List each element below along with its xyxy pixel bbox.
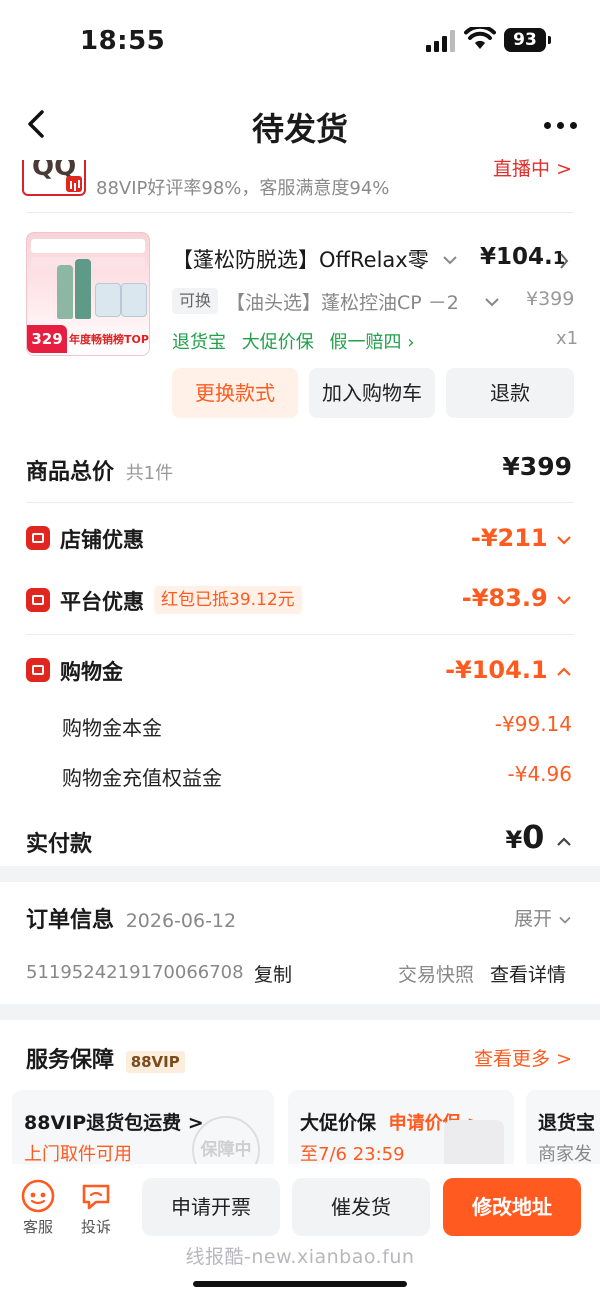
total-value: ¥399 xyxy=(502,452,572,481)
shopping-gold-icon xyxy=(26,658,50,682)
gold-bonus-label: 购物金充值权益金 xyxy=(62,766,222,790)
bottom-action-bar: 客服 投诉 申请开票 催发货 修改地址 xyxy=(0,1164,600,1300)
customer-service-icon xyxy=(21,1179,55,1213)
order-number: 5119524219170066708 xyxy=(26,962,244,983)
service-card-price-protect[interactable]: 大促价保 申请价保 > 至7/6 23:59 xyxy=(288,1090,514,1170)
divider xyxy=(26,212,574,213)
chevron-right-icon: › xyxy=(407,332,415,353)
chevron-down-icon xyxy=(557,536,571,545)
chevron-up-icon xyxy=(557,837,571,846)
product-price: ¥104.1 xyxy=(480,244,566,270)
paid-value[interactable]: ¥0 xyxy=(505,818,572,856)
page-title: 待发货 xyxy=(251,110,348,148)
shop-logo[interactable]: QQ xyxy=(22,160,86,196)
chevron-down-icon xyxy=(559,916,571,924)
more-options-icon[interactable] xyxy=(540,110,580,140)
vip-tag: 88VIP xyxy=(125,1051,185,1073)
guarantee-price-protect: 大促价保 xyxy=(241,332,314,353)
divider xyxy=(26,634,574,635)
refund-button[interactable]: 退款 xyxy=(446,368,574,418)
thumb-rank-label: 年度畅销榜TOP1 xyxy=(69,333,150,346)
live-label: 直播中 > xyxy=(493,158,572,180)
cellular-signal-icon xyxy=(426,30,456,52)
product-thumbnail[interactable]: 329 年度畅销榜TOP1 xyxy=(26,232,150,356)
order-date: 2026-06-12 xyxy=(125,910,237,932)
gold-principal-label: 购物金本金 xyxy=(62,716,162,740)
guarantee-authentic: 假一赔四 xyxy=(329,332,402,353)
swap-badge: 可换 xyxy=(172,288,219,314)
gold-principal-value: -¥99.14 xyxy=(494,712,572,736)
add-to-cart-button[interactable]: 加入购物车 xyxy=(309,368,435,418)
live-chart-icon xyxy=(66,176,82,192)
original-price: ¥399 xyxy=(526,288,575,310)
service-card-return-insurance[interactable]: 退货宝 商家发 xyxy=(526,1090,600,1170)
product-sku[interactable]: 【油头选】蓬松控油CP －2 xyxy=(226,288,470,315)
status-time: 18:55 xyxy=(80,26,166,56)
service-title: 服务保障 88VIP xyxy=(26,1042,185,1074)
customer-service-button[interactable]: 客服 xyxy=(18,1178,58,1236)
shop-discount-icon xyxy=(26,526,50,550)
protected-stamp: 保障中 xyxy=(192,1116,260,1170)
shopping-gold-value[interactable]: -¥104.1 xyxy=(445,656,572,684)
shop-discount-value[interactable]: -¥211 xyxy=(471,524,572,552)
divider xyxy=(26,502,574,503)
paid-label: 实付款 xyxy=(26,832,93,857)
snapshot-link[interactable]: 交易快照 xyxy=(398,960,474,987)
details-link[interactable]: 查看详情 xyxy=(490,960,566,987)
service-card-return-shipping[interactable]: 88VIP退货包运费 > 上门取件可用 保障中 xyxy=(12,1090,274,1170)
chevron-down-icon[interactable] xyxy=(484,296,500,308)
platform-discount-icon xyxy=(26,588,50,612)
shop-discount-label: 店铺优惠 xyxy=(60,528,144,552)
chevron-down-icon[interactable] xyxy=(442,254,458,266)
expand-toggle[interactable]: 展开 xyxy=(514,904,572,931)
nav-bar: 待发货 xyxy=(0,90,600,160)
chevron-down-icon xyxy=(557,596,571,605)
yen-icon xyxy=(444,1120,504,1170)
complaint-button[interactable]: 投诉 xyxy=(76,1178,116,1236)
change-style-button[interactable]: 更换款式 xyxy=(172,368,298,418)
battery-icon: 93 xyxy=(504,28,551,52)
status-bar: 18:55 93 xyxy=(0,0,600,90)
wifi-icon xyxy=(464,27,496,49)
shopping-gold-label: 购物金 xyxy=(60,660,123,684)
thumb-price-tag: 329 xyxy=(27,325,67,353)
watermark: 线报酷-new.xianbao.fun xyxy=(185,1246,415,1268)
product-title[interactable]: 【蓬松防脱选】OffRelax零 xyxy=(172,244,434,274)
red-packet-tag: 红包已抵39.12元 xyxy=(154,586,302,614)
guarantee-return: 退货宝 xyxy=(172,332,226,353)
shop-rating: 88VIP好评率98%，客服满意度94% xyxy=(96,178,390,199)
urge-shipping-button[interactable]: 催发货 xyxy=(292,1178,430,1236)
copy-button[interactable]: 复制 xyxy=(254,960,292,987)
service-more-link[interactable]: 查看更多 > xyxy=(474,1044,572,1071)
product-quantity: x1 xyxy=(556,328,579,349)
order-info-title: 订单信息 2026-06-12 xyxy=(26,908,237,933)
total-count: 共1件 xyxy=(125,463,174,484)
platform-discount-label: 平台优惠 xyxy=(60,590,144,614)
chevron-up-icon xyxy=(557,667,571,676)
invoice-button[interactable]: 申请开票 xyxy=(142,1178,280,1236)
live-indicator[interactable]: 直播中 > xyxy=(493,158,572,182)
guarantee-row[interactable]: 退货宝 大促价保 假一赔四 › xyxy=(172,328,414,354)
chevron-right-icon[interactable] xyxy=(558,252,570,270)
total-label: 商品总价 共1件 xyxy=(26,460,174,485)
gold-bonus-value: -¥4.96 xyxy=(507,762,572,786)
change-address-button[interactable]: 修改地址 xyxy=(443,1178,581,1236)
complaint-icon xyxy=(82,1184,110,1210)
home-indicator[interactable] xyxy=(193,1281,407,1287)
platform-discount-value[interactable]: -¥83.9 xyxy=(462,584,572,612)
